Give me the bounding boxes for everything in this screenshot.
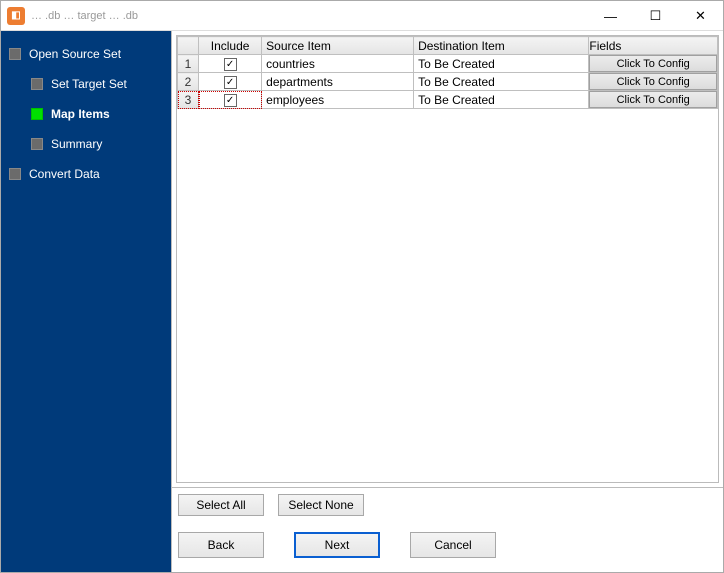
step-label: Set Target Set: [51, 77, 127, 91]
cell-source-item[interactable]: departments: [262, 73, 414, 91]
minimize-button[interactable]: ―: [588, 1, 633, 31]
cell-fields: Click To Config: [589, 73, 718, 91]
close-button[interactable]: ✕: [678, 1, 723, 31]
window-title: … .db … target … .db: [31, 10, 138, 22]
step-marker-icon: [9, 48, 21, 60]
cancel-button[interactable]: Cancel: [410, 532, 496, 558]
items-grid: Include Source Item Destination Item Fie…: [177, 36, 718, 109]
table-row[interactable]: 3 ✓ employeesTo Be CreatedClick To Config: [178, 91, 718, 109]
nav-buttons: Back Next Cancel: [172, 522, 723, 572]
step-summary[interactable]: Summary: [3, 129, 171, 159]
header-include[interactable]: Include: [199, 37, 262, 55]
cell-include: ✓: [199, 55, 262, 73]
window-controls: ― ☐ ✕: [588, 1, 723, 31]
step-label: Open Source Set: [29, 47, 121, 61]
main-panel: Include Source Item Destination Item Fie…: [171, 31, 723, 572]
maximize-button[interactable]: ☐: [633, 1, 678, 31]
step-set-target-set[interactable]: Set Target Set: [3, 69, 171, 99]
row-number[interactable]: 2: [178, 73, 199, 91]
header-destination-item[interactable]: Destination Item: [414, 37, 589, 55]
sidebar: Open Source Set Set Target Set Map Items…: [1, 31, 171, 572]
step-marker-icon: [31, 78, 43, 90]
step-marker-icon: [9, 168, 21, 180]
step-marker-icon: [31, 108, 43, 120]
table-row[interactable]: 2 ✓ departmentsTo Be CreatedClick To Confi…: [178, 73, 718, 91]
cell-destination-item[interactable]: To Be Created: [414, 91, 589, 109]
cell-source-item[interactable]: countries: [262, 55, 414, 73]
table-row[interactable]: 1 ✓ countriesTo Be CreatedClick To Config: [178, 55, 718, 73]
step-label: Summary: [51, 137, 102, 151]
include-checkbox[interactable]: ✓: [224, 94, 237, 107]
grid-header-row: Include Source Item Destination Item Fie…: [178, 37, 718, 55]
content-area: Open Source Set Set Target Set Map Items…: [1, 31, 723, 572]
row-number[interactable]: 1: [178, 55, 199, 73]
cell-source-item[interactable]: employees: [262, 91, 414, 109]
step-marker-icon: [31, 138, 43, 150]
config-fields-button[interactable]: Click To Config: [589, 73, 717, 90]
cell-include: ✓: [199, 91, 262, 109]
cell-destination-item[interactable]: To Be Created: [414, 55, 589, 73]
cell-destination-item[interactable]: To Be Created: [414, 73, 589, 91]
cell-fields: Click To Config: [589, 91, 718, 109]
back-button[interactable]: Back: [178, 532, 264, 558]
include-checkbox[interactable]: ✓: [224, 58, 237, 71]
app-icon: ◧: [7, 7, 25, 25]
cell-fields: Click To Config: [589, 55, 718, 73]
header-fields[interactable]: Fields: [589, 37, 718, 55]
next-button[interactable]: Next: [294, 532, 380, 558]
step-label: Convert Data: [29, 167, 100, 181]
selection-buttons: Select All Select None: [172, 487, 723, 522]
include-checkbox[interactable]: ✓: [224, 76, 237, 89]
step-open-source-set[interactable]: Open Source Set: [3, 39, 171, 69]
config-fields-button[interactable]: Click To Config: [589, 91, 717, 108]
select-none-button[interactable]: Select None: [278, 494, 364, 516]
items-grid-container: Include Source Item Destination Item Fie…: [176, 35, 719, 483]
cell-include: ✓: [199, 73, 262, 91]
grid-corner: [178, 37, 199, 55]
titlebar: ◧ … .db … target … .db ― ☐ ✕: [1, 1, 723, 31]
step-convert-data[interactable]: Convert Data: [3, 159, 171, 189]
row-number[interactable]: 3: [178, 91, 199, 109]
header-source-item[interactable]: Source Item: [262, 37, 414, 55]
app-window: ◧ … .db … target … .db ― ☐ ✕ Open Source…: [0, 0, 724, 573]
step-label: Map Items: [51, 107, 110, 121]
select-all-button[interactable]: Select All: [178, 494, 264, 516]
step-map-items[interactable]: Map Items: [3, 99, 171, 129]
config-fields-button[interactable]: Click To Config: [589, 55, 717, 72]
